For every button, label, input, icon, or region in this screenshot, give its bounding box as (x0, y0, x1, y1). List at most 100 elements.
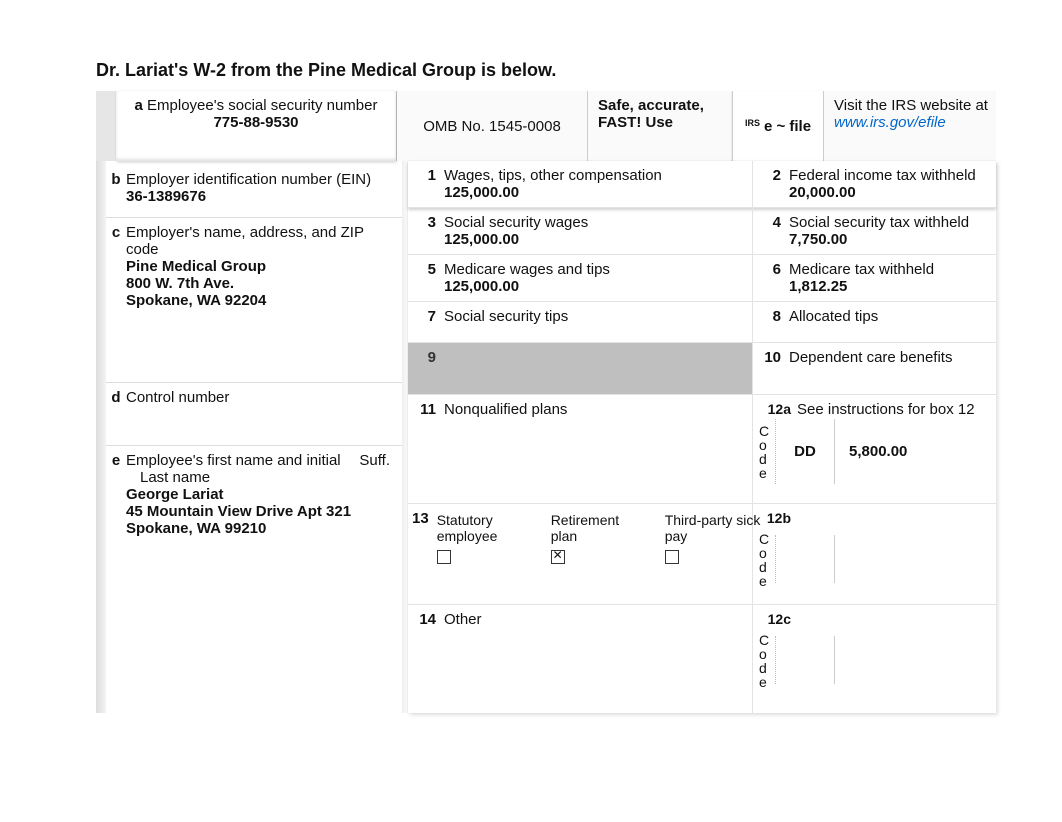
irs-small: IRS (745, 118, 760, 128)
box-1: 1 Wages, tips, other compensation 125,00… (408, 161, 753, 207)
box-5-value: 125,000.00 (444, 278, 746, 295)
box-2-body: Federal income tax withheld 20,000.00 (789, 167, 990, 201)
right-column: 1 Wages, tips, other compensation 125,00… (408, 161, 996, 713)
irs-url[interactable]: www.irs.gov/efile (834, 114, 992, 131)
box-5-body: Medicare wages and tips 125,000.00 (444, 261, 746, 295)
box-a-tag: a (135, 97, 143, 114)
checkbox-retirement[interactable] (551, 550, 565, 564)
box-12c-head: 12c (753, 605, 996, 627)
box-13: 13 Statutory employee Retirement plan Th… (408, 504, 753, 604)
box-c-line3: Spokane, WA 92204 (126, 292, 396, 309)
box-12c: 12c Code (753, 605, 996, 713)
box-d: d Control number (106, 382, 402, 445)
box-11-label: Nonqualified plans (444, 401, 567, 497)
box-c-line1: Pine Medical Group (126, 258, 396, 275)
row-3-4: 3 Social security wages 125,000.00 4 Soc… (408, 208, 996, 255)
box-12b-body: Code (753, 526, 996, 598)
box-6-num: 6 (757, 261, 789, 295)
box-13-opt1-label: Statutory employee (437, 512, 533, 544)
box-3-body: Social security wages 125,000.00 (444, 214, 746, 248)
box-d-label: Control number (126, 389, 396, 406)
box-a-value: 775-88-9530 (120, 114, 392, 131)
box-13-body: Statutory employee Retirement plan Third… (437, 510, 761, 598)
box-b: b Employer identification number (EIN) 3… (106, 161, 402, 217)
box-3-value: 125,000.00 (444, 231, 746, 248)
box-c-line2: 800 W. 7th Ave. (126, 275, 396, 292)
box-9-num: 9 (412, 349, 444, 366)
box-6-value: 1,812.25 (789, 278, 990, 295)
box-12a: 12a See instructions for box 12 Code DD … (753, 395, 996, 503)
box-e-tag: e (106, 452, 126, 702)
box-c-label: Employer's name, address, and ZIP code (126, 224, 396, 258)
box-e-line3: Spokane, WA 99210 (126, 520, 396, 537)
box-9: 9 (408, 343, 753, 394)
box-1-value: 125,000.00 (444, 184, 746, 201)
box-c: c Employer's name, address, and ZIP code… (106, 217, 402, 382)
box-12c-num: 12c (757, 611, 797, 627)
box-14: 14 Other (408, 605, 753, 713)
box-e-line2: 45 Mountain View Drive Apt 321 (126, 503, 396, 520)
code-word: Code (757, 422, 775, 480)
box-12a-code: DD (775, 419, 835, 484)
box-4-value: 7,750.00 (789, 231, 990, 248)
row-7-8: 7 Social security tips 8 Allocated tips (408, 302, 996, 343)
box-14-label: Other (444, 611, 482, 707)
box-e-label2: Last name (126, 469, 396, 486)
row-11-12a: 11 Nonqualified plans 12a See instructio… (408, 395, 996, 504)
box-7-num: 7 (412, 308, 444, 336)
box-7-label: Social security tips (444, 308, 746, 336)
box-a-label-text: Employee's social security number (147, 97, 377, 114)
box-e-suff: Suff. (359, 452, 396, 469)
box-e: e Employee's first name and initial Suff… (106, 445, 402, 710)
box-9-body (444, 349, 746, 366)
box-12a-label: See instructions for box 12 (797, 401, 975, 418)
safe-line1: Safe, accurate, (598, 97, 728, 114)
box-4-num: 4 (757, 214, 789, 248)
box-b-label: Employer identification number (EIN) (126, 171, 396, 188)
box-6-body: Medicare tax withheld 1,812.25 (789, 261, 990, 295)
box-13-opt3: Third-party sick pay (665, 512, 761, 598)
box-b-value: 36-1389676 (126, 188, 396, 205)
left-column: b Employer identification number (EIN) 3… (106, 161, 402, 713)
box-12b-num: 12b (757, 510, 797, 526)
efile-logo: IRS e ~ file (732, 91, 824, 161)
row-5-6: 5 Medicare wages and tips 125,000.00 6 M… (408, 255, 996, 302)
checkbox-sickpay[interactable] (665, 550, 679, 564)
row-14-12c: 14 Other 12c Code (408, 605, 996, 713)
box-10-num: 10 (757, 349, 789, 388)
box-12a-head: 12a See instructions for box 12 (753, 395, 996, 418)
box-3-num: 3 (412, 214, 444, 248)
box-12a-num: 12a (757, 401, 797, 418)
box-12b-code (775, 535, 835, 583)
checkbox-statutory[interactable] (437, 550, 451, 564)
box-13-num: 13 (412, 510, 437, 598)
code-word: Code (757, 530, 775, 588)
row-9-10: 9 10 Dependent care benefits (408, 343, 996, 395)
code-word: Code (757, 631, 775, 689)
box-12b: 12b Code (753, 504, 996, 604)
box-12c-body: Code (753, 627, 996, 699)
efile-text: e ~ file (764, 118, 811, 135)
visit-text: Visit the IRS website at (834, 97, 992, 114)
box-12c-code (775, 636, 835, 684)
omb-number: OMB No. 1545-0008 (397, 91, 588, 161)
box-2: 2 Federal income tax withheld 20,000.00 (753, 161, 996, 207)
left-stub (96, 161, 106, 713)
box-3-label: Social security wages (444, 214, 746, 231)
box-8: 8 Allocated tips (753, 302, 996, 342)
box-4-body: Social security tax withheld 7,750.00 (789, 214, 990, 248)
box-5-num: 5 (412, 261, 444, 295)
box-12a-body: Code DD 5,800.00 (753, 418, 996, 490)
box-12a-amount: 5,800.00 (835, 419, 990, 484)
box-6-label: Medicare tax withheld (789, 261, 990, 278)
box-d-body: Control number (126, 389, 396, 437)
box-11-num: 11 (412, 401, 444, 497)
box-a: a Employee's social security number 775-… (96, 91, 397, 161)
box-7: 7 Social security tips (408, 302, 753, 342)
box-1-body: Wages, tips, other compensation 125,000.… (444, 167, 746, 201)
box-13-opt3-label: Third-party sick pay (665, 512, 761, 544)
box-c-body: Employer's name, address, and ZIP code P… (126, 224, 396, 374)
box-8-num: 8 (757, 308, 789, 336)
stub (96, 91, 116, 161)
box-e-label1-row: Employee's first name and initial Suff. (126, 452, 396, 469)
